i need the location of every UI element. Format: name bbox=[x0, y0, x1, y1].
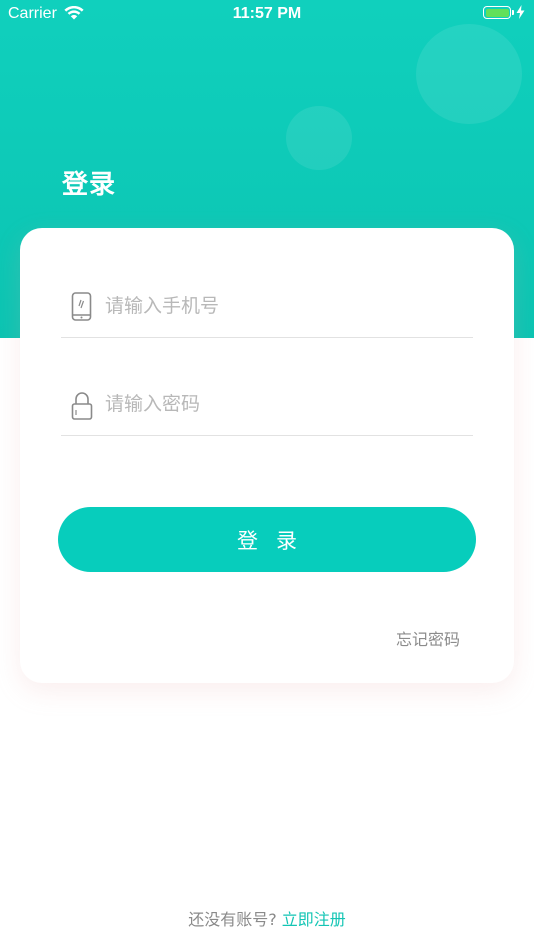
page-title: 登录 bbox=[62, 170, 117, 200]
footer: 还没有账号? 立即注册 bbox=[0, 906, 534, 930]
no-account-prompt: 还没有账号? bbox=[188, 910, 277, 929]
clock: 11:57 PM bbox=[232, 5, 302, 22]
login-button[interactable]: 登录 bbox=[58, 507, 476, 572]
decor-bubble-large bbox=[416, 24, 522, 124]
phone-field bbox=[61, 228, 473, 338]
battery-tip bbox=[512, 10, 514, 15]
decor-bubble-small bbox=[286, 106, 352, 170]
status-bar: Carrier 11:57 PM bbox=[0, 0, 534, 28]
battery-icon bbox=[483, 6, 511, 19]
password-input[interactable] bbox=[105, 388, 465, 420]
phone-input[interactable] bbox=[105, 290, 465, 322]
lock-icon bbox=[71, 391, 93, 425]
charging-icon bbox=[516, 5, 525, 24]
password-divider bbox=[61, 435, 473, 436]
forgot-password-link[interactable]: 忘记密码 bbox=[396, 626, 460, 650]
password-field bbox=[61, 338, 473, 448]
phone-icon bbox=[71, 292, 93, 326]
register-link[interactable]: 立即注册 bbox=[282, 910, 346, 929]
login-card: 登录 忘记密码 bbox=[20, 228, 514, 683]
